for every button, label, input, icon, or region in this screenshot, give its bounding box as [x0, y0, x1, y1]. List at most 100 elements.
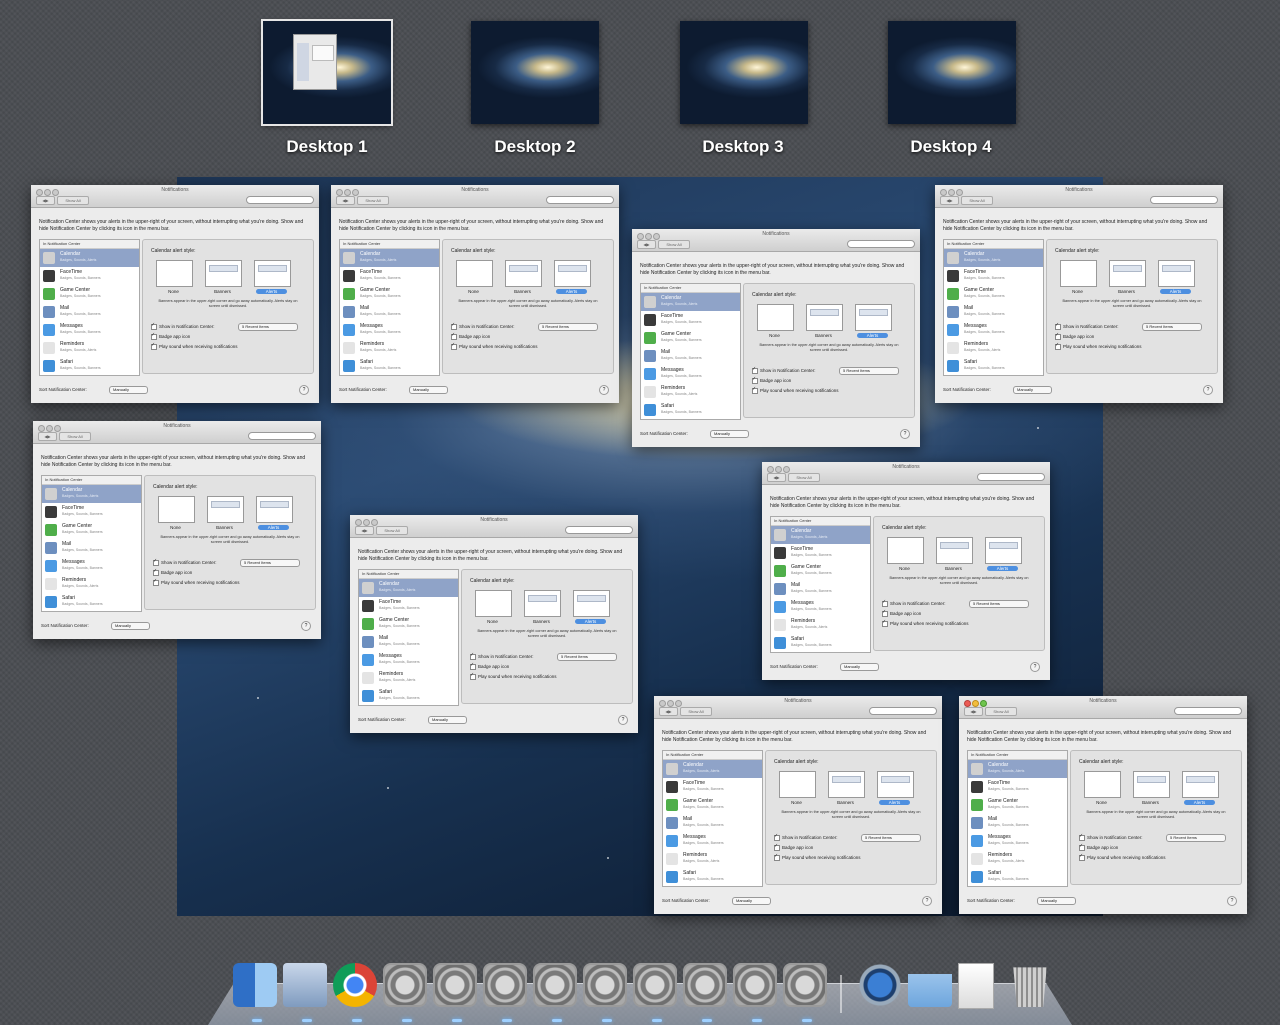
list-item[interactable]: Safari Badges, Sounds, Banners — [663, 868, 762, 886]
style-none-preview[interactable] — [757, 304, 794, 331]
show-all-button[interactable]: Show All — [357, 196, 389, 205]
document-stack-icon[interactable] — [958, 963, 994, 1009]
recent-items-popup[interactable]: 5 Recent Items — [557, 653, 617, 661]
style-alerts-preview[interactable] — [1158, 260, 1195, 287]
style-none-preview[interactable] — [887, 537, 924, 564]
app-list[interactable]: In Notification Center Calendar Badges, S… — [640, 283, 741, 420]
space-thumbnail-desktop-2[interactable] — [471, 21, 599, 124]
sort-popup[interactable]: Manually — [111, 622, 150, 630]
window-titlebar[interactable]: Notifications ◀▶ Show All — [632, 229, 920, 252]
list-item[interactable]: Game Center Badges, Sounds, Banners — [340, 285, 439, 303]
list-item[interactable]: Reminders Badges, Sounds, Alerts — [771, 616, 870, 634]
show-in-nc-checkbox[interactable]: Show in Notification Center: — [151, 322, 215, 330]
show-all-button[interactable]: Show All — [658, 240, 690, 249]
list-item[interactable]: FaceTime Badges, Sounds, Banners — [42, 503, 141, 521]
recent-items-popup[interactable]: 5 Recent Items — [839, 367, 899, 375]
notifications-preferences-window[interactable]: Notifications ◀▶ Show All Notification C… — [959, 696, 1247, 914]
list-item[interactable]: Safari Badges, Sounds, Banners — [968, 868, 1067, 886]
window-titlebar[interactable]: Notifications ◀▶ Show All — [33, 421, 321, 444]
search-field[interactable] — [248, 432, 316, 440]
recent-items-popup[interactable]: 5 Recent Items — [238, 323, 298, 331]
show-all-button[interactable]: Show All — [788, 473, 820, 482]
badge-app-icon-checkbox[interactable]: Badge app icon — [151, 332, 190, 340]
system-preferences-icon[interactable] — [533, 963, 577, 1007]
list-item[interactable]: Calendar Badges, Sounds, Alerts — [40, 249, 139, 267]
app-list[interactable]: In Notification Center Calendar Badges, S… — [770, 516, 871, 653]
list-item[interactable]: Mail Badges, Sounds, Banners — [340, 303, 439, 321]
style-alerts-label[interactable]: Alerts — [879, 800, 910, 805]
window-titlebar[interactable]: Notifications ◀▶ Show All — [959, 696, 1247, 719]
system-preferences-icon[interactable] — [633, 963, 677, 1007]
system-preferences-icon[interactable] — [583, 963, 627, 1007]
style-none-label[interactable]: None — [1084, 800, 1119, 805]
list-item[interactable]: Safari Badges, Sounds, Banners — [944, 357, 1043, 375]
style-alerts-preview[interactable] — [985, 537, 1022, 564]
play-sound-checkbox[interactable]: Play sound when receiving notifications — [752, 386, 839, 394]
list-item[interactable]: Messages Badges, Sounds, Banners — [340, 321, 439, 339]
style-none-label[interactable]: None — [158, 525, 193, 530]
sort-popup[interactable]: Manually — [1013, 386, 1052, 394]
show-in-nc-checkbox[interactable]: Show in Notification Center: — [1055, 322, 1119, 330]
back-forward-buttons[interactable]: ◀▶ — [38, 432, 57, 441]
show-in-nc-checkbox[interactable]: Show in Notification Center: — [451, 322, 515, 330]
style-none-preview[interactable] — [475, 590, 512, 617]
style-alerts-preview[interactable] — [877, 771, 914, 798]
search-field[interactable] — [1150, 196, 1218, 204]
style-banners-label[interactable]: Banners — [1133, 800, 1168, 805]
list-item[interactable]: Game Center Badges, Sounds, Banners — [42, 521, 141, 539]
list-item[interactable]: Mail Badges, Sounds, Banners — [40, 303, 139, 321]
list-item[interactable]: Reminders Badges, Sounds, Alerts — [944, 339, 1043, 357]
style-banners-preview[interactable] — [205, 260, 242, 287]
system-preferences-icon[interactable] — [383, 963, 427, 1007]
style-alerts-label[interactable]: Alerts — [1160, 289, 1191, 294]
list-item[interactable]: Safari Badges, Sounds, Banners — [340, 357, 439, 375]
show-in-nc-checkbox[interactable]: Show in Notification Center: — [774, 833, 838, 841]
list-item[interactable]: Game Center Badges, Sounds, Banners — [968, 796, 1067, 814]
search-field[interactable] — [847, 240, 915, 248]
search-field[interactable] — [565, 526, 633, 534]
show-all-button[interactable]: Show All — [680, 707, 712, 716]
style-alerts-preview[interactable] — [855, 304, 892, 331]
style-banners-label[interactable]: Banners — [806, 333, 841, 338]
forward-icon[interactable]: ▶ — [346, 198, 349, 203]
list-item[interactable]: FaceTime Badges, Sounds, Banners — [40, 267, 139, 285]
list-item[interactable]: Mail Badges, Sounds, Banners — [944, 303, 1043, 321]
help-button[interactable]: ? — [900, 429, 910, 439]
badge-app-icon-checkbox[interactable]: Badge app icon — [774, 843, 813, 851]
help-button[interactable]: ? — [1030, 662, 1040, 672]
play-sound-checkbox[interactable]: Play sound when receiving notifications — [451, 342, 538, 350]
play-sound-checkbox[interactable]: Play sound when receiving notifications — [1079, 853, 1166, 861]
list-item[interactable]: Messages Badges, Sounds, Banners — [359, 651, 458, 669]
style-banners-preview[interactable] — [1109, 260, 1146, 287]
style-banners-preview[interactable] — [207, 496, 244, 523]
list-item[interactable]: Mail Badges, Sounds, Banners — [968, 814, 1067, 832]
mail-stamp-icon[interactable] — [283, 963, 327, 1007]
style-banners-label[interactable]: Banners — [1109, 289, 1144, 294]
recent-items-popup[interactable]: 5 Recent Items — [240, 559, 300, 567]
style-alerts-preview[interactable] — [256, 496, 293, 523]
list-item[interactable]: Game Center Badges, Sounds, Banners — [771, 562, 870, 580]
list-item[interactable]: Reminders Badges, Sounds, Alerts — [42, 575, 141, 593]
list-item[interactable]: FaceTime Badges, Sounds, Banners — [968, 778, 1067, 796]
app-list[interactable]: In Notification Center Calendar Badges, S… — [41, 475, 142, 612]
style-none-label[interactable]: None — [757, 333, 792, 338]
space-thumbnail-desktop-3[interactable] — [680, 21, 808, 124]
back-forward-buttons[interactable]: ◀▶ — [637, 240, 656, 249]
play-sound-checkbox[interactable]: Play sound when receiving notifications — [151, 342, 238, 350]
list-item[interactable]: Messages Badges, Sounds, Banners — [944, 321, 1043, 339]
show-all-button[interactable]: Show All — [57, 196, 89, 205]
notifications-preferences-window[interactable]: Notifications ◀▶ Show All Notification C… — [632, 229, 920, 447]
sort-popup[interactable]: Manually — [1037, 897, 1076, 905]
sort-popup[interactable]: Manually — [710, 430, 749, 438]
style-banners-preview[interactable] — [1133, 771, 1170, 798]
style-banners-label[interactable]: Banners — [505, 289, 540, 294]
style-alerts-preview[interactable] — [573, 590, 610, 617]
system-preferences-icon[interactable] — [483, 963, 527, 1007]
back-forward-buttons[interactable]: ◀▶ — [36, 196, 55, 205]
list-item[interactable]: Calendar Badges, Sounds, Alerts — [944, 249, 1043, 267]
list-item[interactable]: Game Center Badges, Sounds, Banners — [944, 285, 1043, 303]
play-sound-checkbox[interactable]: Play sound when receiving notifications — [153, 578, 240, 586]
recent-items-popup[interactable]: 5 Recent Items — [1166, 834, 1226, 842]
help-button[interactable]: ? — [301, 621, 311, 631]
badge-app-icon-checkbox[interactable]: Badge app icon — [451, 332, 490, 340]
